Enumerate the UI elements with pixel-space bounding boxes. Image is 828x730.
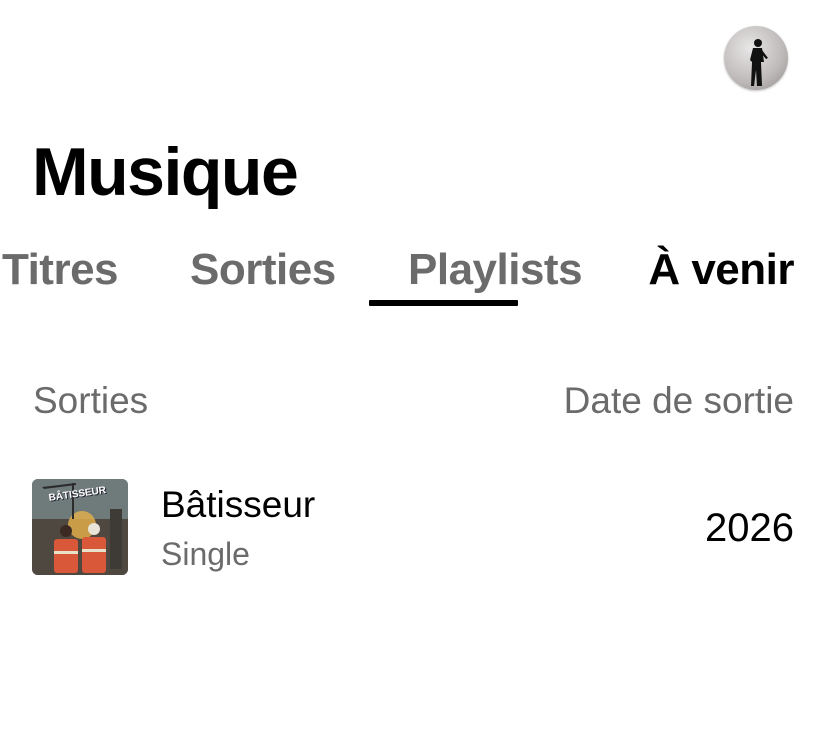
profile-avatar-icon	[750, 39, 768, 86]
selected-tab-indicator	[369, 300, 518, 306]
tab-playlists[interactable]: Playlists	[408, 244, 583, 296]
column-header-date-de-sortie[interactable]: Date de sortie	[564, 380, 794, 422]
release-row[interactable]: BÂTISSEUR Bâtisseur Single 2026	[0, 476, 828, 580]
tab-sorties[interactable]: Sorties	[190, 244, 336, 296]
release-title: Bâtisseur	[161, 484, 316, 525]
tab-titres[interactable]: Titres	[2, 244, 119, 296]
release-cover-art: BÂTISSEUR	[32, 479, 128, 575]
page-title: Musique	[32, 134, 299, 210]
column-header-sorties: Sorties	[33, 380, 149, 421]
release-type: Single	[161, 536, 250, 572]
release-year: 2026	[705, 506, 794, 550]
profile-avatar[interactable]	[724, 26, 788, 90]
tab-a-venir[interactable]: À venir	[648, 244, 794, 296]
